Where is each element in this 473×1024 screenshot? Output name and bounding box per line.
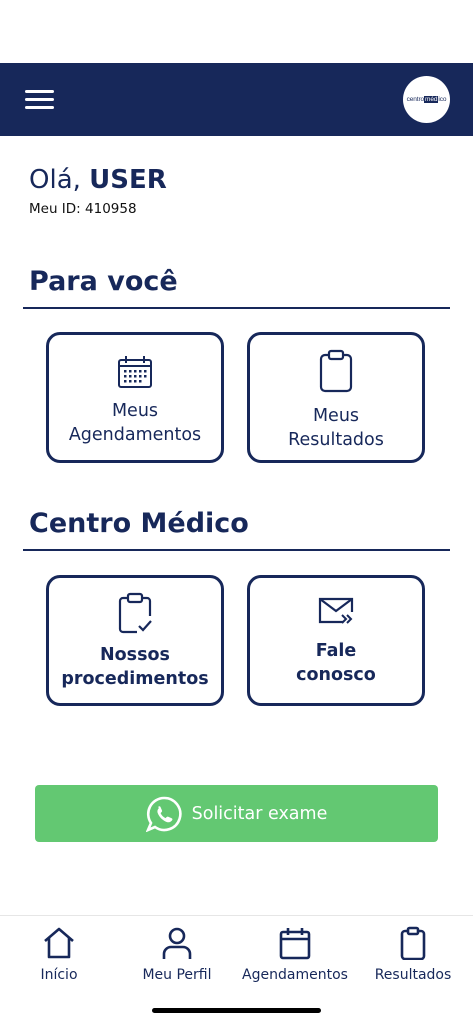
card-label-line2: Agendamentos [68,425,202,445]
user-icon [162,927,192,959]
section-divider [23,307,450,309]
tab-meu-perfil[interactable]: Meu Perfil [118,922,236,988]
card-meus-resultados[interactable]: Meus Resultados [247,332,425,463]
card-label-line2: Resultados [288,430,384,450]
tab-label: Agendamentos [242,967,348,983]
top-bar: centro méd ico [0,63,473,136]
logo-text-highlight: méd [424,96,439,103]
logo-text-after: ico [438,96,447,103]
menu-line [25,98,54,101]
menu-line [25,106,54,109]
home-indicator[interactable] [152,1008,321,1013]
tab-resultados[interactable]: Resultados [354,922,472,988]
card-label-line2: procedimentos [61,669,209,689]
card-label-line2: conosco [296,665,376,685]
tab-inicio[interactable]: Início [0,922,118,988]
tab-label: Resultados [374,967,452,983]
card-fale-conosco[interactable]: Fale conosco [247,575,425,706]
user-id: Meu ID: 410958 [29,201,137,217]
solicitar-exame-button[interactable]: Solicitar exame [35,785,438,842]
home-icon [44,927,74,959]
centro-medico-logo[interactable]: centro méd ico [403,76,450,123]
mail-icon [318,597,354,624]
tab-label: Meu Perfil [142,967,212,983]
card-label-line1: Meus [111,401,159,421]
card-label-line1: Meus [312,406,360,426]
section-title-para-voce: Para você [29,266,178,297]
clipboard-icon [400,926,426,960]
clipboard-check-icon [118,592,152,634]
tab-label: Início [40,967,78,983]
card-label-line1: Fale [315,641,357,661]
greeting-user-name: USER [89,165,167,195]
calendar-icon [118,356,152,388]
section-divider [23,549,450,551]
hamburger-menu-icon[interactable] [25,88,55,112]
logo-text-before: centro [406,96,425,103]
tab-agendamentos[interactable]: Agendamentos [236,922,354,988]
card-meus-agendamentos[interactable]: Meus Agendamentos [46,332,224,463]
clipboard-icon [319,349,353,393]
card-nossos-procedimentos[interactable]: Nossos procedimentos [46,575,224,706]
menu-line [25,90,54,93]
calendar-icon [279,928,311,960]
greeting: Olá, USER [29,165,167,195]
whatsapp-icon [145,796,182,832]
card-label-line1: Nossos [100,645,170,665]
greeting-prefix: Olá, [29,165,81,195]
solicitar-exame-label: Solicitar exame [191,803,328,824]
section-title-centro-medico: Centro Médico [29,508,249,539]
